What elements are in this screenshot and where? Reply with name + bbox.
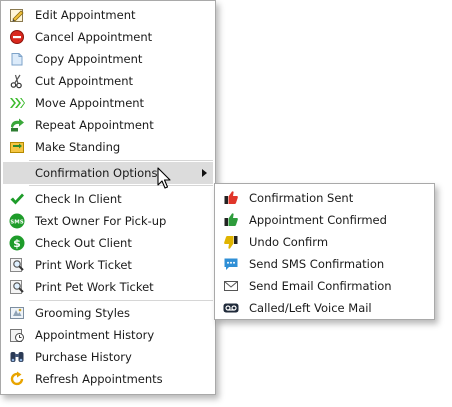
submenu-item-label: Send SMS Confirmation [249, 257, 385, 271]
menu-item-appointment-history[interactable]: Appointment History [3, 324, 213, 346]
refresh-icon [9, 371, 25, 387]
menu-item-label: Text Owner For Pick-up [35, 214, 167, 228]
menu-item-label: Repeat Appointment [35, 118, 154, 132]
menu-item-purchase-history[interactable]: Purchase History [3, 346, 213, 368]
menu-item-grooming-styles[interactable]: Grooming Styles [3, 302, 213, 324]
make-standing-icon [9, 139, 25, 155]
print-magnifier-icon [9, 257, 25, 273]
menu-item-label: Cut Appointment [35, 74, 134, 88]
menu-item-label: Grooming Styles [35, 306, 130, 320]
menu-separator [29, 160, 213, 161]
chat-bubble-icon [223, 256, 239, 272]
menu-item-copy-appointment[interactable]: Copy Appointment [3, 48, 213, 70]
confirmation-options-submenu: Confirmation Sent Appointment Confirmed … [214, 183, 435, 320]
menu-item-label: Edit Appointment [35, 8, 136, 22]
grooming-styles-icon [9, 305, 25, 321]
sms-icon: SMS [9, 213, 25, 229]
repeat-icon [9, 117, 25, 133]
thumbs-down-red-icon [223, 190, 239, 206]
voicemail-icon [223, 300, 239, 316]
menu-item-cut-appointment[interactable]: Cut Appointment [3, 70, 213, 92]
submenu-item-undo-confirm[interactable]: Undo Confirm [217, 231, 432, 253]
menu-item-confirmation-options[interactable]: Confirmation Options [3, 162, 213, 184]
menu-item-check-in-client[interactable]: Check In Client [3, 188, 213, 210]
svg-text:$: $ [13, 237, 21, 250]
move-arrows-icon [9, 95, 25, 111]
menu-item-label: Copy Appointment [35, 52, 143, 66]
print-magnifier-icon [9, 279, 25, 295]
menu-item-move-appointment[interactable]: Move Appointment [3, 92, 213, 114]
appointment-context-menu: Edit Appointment Cancel Appointment Copy… [0, 0, 216, 395]
scissors-icon [9, 73, 25, 89]
menu-item-label: Appointment History [35, 328, 155, 342]
menu-item-label: Confirmation Options [35, 166, 158, 180]
menu-item-label: Refresh Appointments [35, 372, 163, 386]
submenu-item-label: Undo Confirm [249, 235, 329, 249]
submenu-item-appointment-confirmed[interactable]: Appointment Confirmed [217, 209, 432, 231]
submenu-item-label: Confirmation Sent [249, 191, 354, 205]
copy-icon [9, 51, 25, 67]
menu-item-edit-appointment[interactable]: Edit Appointment [3, 4, 213, 26]
menu-separator [29, 300, 213, 301]
checkmark-icon [9, 191, 25, 207]
menu-item-text-owner-for-pickup[interactable]: SMS Text Owner For Pick-up [3, 210, 213, 232]
cancel-icon [9, 29, 25, 45]
menu-item-label: Check Out Client [35, 236, 132, 250]
menu-item-label: Check In Client [35, 192, 122, 206]
submenu-item-label: Appointment Confirmed [249, 213, 387, 227]
menu-item-label: Print Work Ticket [35, 258, 132, 272]
menu-item-label: Move Appointment [35, 96, 145, 110]
menu-item-label: Cancel Appointment [35, 30, 153, 44]
submenu-item-label: Send Email Confirmation [249, 279, 392, 293]
edit-appointment-icon [9, 7, 25, 23]
dollar-icon: $ [9, 235, 25, 251]
menu-item-label: Print Pet Work Ticket [35, 280, 154, 294]
submenu-arrow-icon [202, 169, 207, 177]
submenu-item-send-sms-confirmation[interactable]: Send SMS Confirmation [217, 253, 432, 275]
binoculars-icon [9, 349, 25, 365]
submenu-item-send-email-confirmation[interactable]: Send Email Confirmation [217, 275, 432, 297]
svg-text:SMS: SMS [10, 219, 23, 225]
envelope-icon [223, 278, 239, 294]
menu-item-label: Make Standing [35, 140, 121, 154]
mouse-pointer-icon [157, 167, 173, 191]
submenu-item-called-left-voice-mail[interactable]: Called/Left Voice Mail [217, 297, 432, 319]
menu-item-make-standing[interactable]: Make Standing [3, 136, 213, 158]
submenu-item-confirmation-sent[interactable]: Confirmation Sent [217, 187, 432, 209]
history-icon [9, 327, 25, 343]
menu-item-cancel-appointment[interactable]: Cancel Appointment [3, 26, 213, 48]
menu-item-refresh-appointments[interactable]: Refresh Appointments [3, 368, 213, 390]
thumbs-up-green-icon [223, 212, 239, 228]
menu-item-label: Purchase History [35, 350, 132, 364]
menu-item-print-pet-work-ticket[interactable]: Print Pet Work Ticket [3, 276, 213, 298]
menu-separator [29, 185, 213, 186]
menu-item-check-out-client[interactable]: $ Check Out Client [3, 232, 213, 254]
menu-item-print-work-ticket[interactable]: Print Work Ticket [3, 254, 213, 276]
menu-item-repeat-appointment[interactable]: Repeat Appointment [3, 114, 213, 136]
thumbs-down-yellow-icon [223, 234, 239, 250]
submenu-item-label: Called/Left Voice Mail [249, 301, 372, 315]
